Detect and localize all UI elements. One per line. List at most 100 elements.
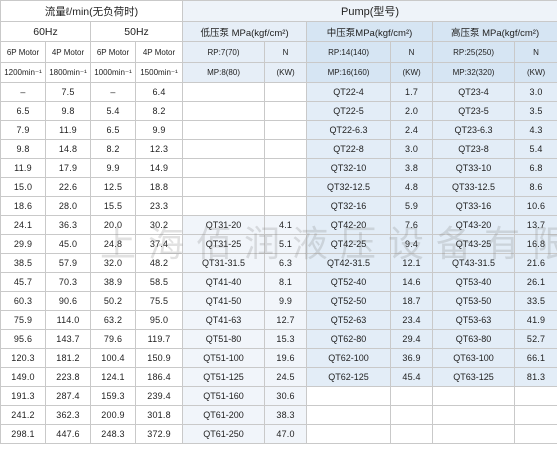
table-row: 9.8 14.8 8.2 12.3 QT22-8 3.0 QT23-8 5.4 — [0, 139, 557, 159]
flow-4p-50hz-cell: 18.8 — [134, 177, 184, 197]
high-pressure-pump-header: 高压泵 MPa(kgf/cm²) — [432, 21, 557, 42]
mid-kw-unit: (KW) — [390, 62, 434, 83]
high-pump-kw-cell — [514, 405, 557, 425]
mid-pump-model-cell — [306, 405, 392, 425]
flow-title: 流量ℓ/min(无负荷时) — [0, 0, 184, 22]
flow-4p-50hz-cell: 239.4 — [134, 386, 184, 406]
mid-pump-model-cell: QT42-31.5 — [306, 253, 392, 273]
high-pump-kw-cell: 81.3 — [514, 367, 557, 387]
high-max-pressure: MP:32(320) — [432, 62, 516, 83]
motor-4p-50: 4P Motor — [134, 41, 184, 63]
table-row: 95.6 143.7 79.6 119.7 QT51-80 15.3 QT62-80 29.4… — [0, 329, 557, 349]
flow-4p-50hz-cell: 75.5 — [134, 291, 184, 311]
flow-4p-50hz-cell: 37.4 — [134, 234, 184, 254]
flow-4p-60hz-cell: 14.8 — [45, 139, 91, 159]
flow-6p-60hz-cell: 38.5 — [0, 253, 46, 273]
high-power-n: N — [514, 41, 557, 63]
rpm-1800: 1800min⁻¹ — [45, 62, 91, 83]
table-row: 241.2 362.3 200.9 301.8 QT61-200 38.3 — [0, 405, 557, 425]
table-row: 6.5 9.8 5.4 8.2 QT22-5 2.0 QT23-5 3.5 — [0, 101, 557, 121]
high-pump-model-cell: QT43-31.5 — [432, 253, 516, 273]
low-pump-model-cell: QT51-125 — [182, 367, 266, 387]
high-rated-pressure: RP:25(250) — [432, 41, 516, 63]
table-row: 120.3 181.2 100.4 150.9 QT51-100 19.6 QT62-100… — [0, 348, 557, 368]
mid-pump-kw-cell: 2.4 — [390, 120, 434, 140]
mid-pump-kw-cell: 23.4 — [390, 310, 434, 330]
mid-pump-kw-cell: 36.9 — [390, 348, 434, 368]
high-pump-kw-cell: 3.0 — [514, 82, 557, 102]
flow-4p-60hz-cell: 28.0 — [45, 196, 91, 216]
flow-6p-60hz-cell: 191.3 — [0, 386, 46, 406]
mid-pump-kw-cell: 14.6 — [390, 272, 434, 292]
low-pump-kw-cell: 6.3 — [264, 253, 308, 273]
mid-pump-kw-cell: 12.1 — [390, 253, 434, 273]
mid-pump-model-cell: QT52-40 — [306, 272, 392, 292]
header-row-4: 1200min⁻¹ 1800min⁻¹ 1000min⁻¹ 1500min⁻¹ … — [0, 62, 557, 83]
high-pump-model-cell: QT53-63 — [432, 310, 516, 330]
mid-pump-kw-cell: 18.7 — [390, 291, 434, 311]
high-pump-model-cell — [432, 405, 516, 425]
table-body: –7.5–6.4 QT22-4 1.7 QT23-4 3.0 6.5 9.8 5.4 8.2 QT… — [0, 82, 557, 444]
low-pump-kw-cell — [264, 120, 308, 140]
low-pump-model-cell: QT31-25 — [182, 234, 266, 254]
low-pump-model-cell: QT61-250 — [182, 424, 266, 444]
mid-pump-kw-cell: 7.6 — [390, 215, 434, 235]
motor-6p-60: 6P Motor — [0, 41, 46, 63]
mid-pump-model-cell: QT42-20 — [306, 215, 392, 235]
low-pump-model-cell — [182, 82, 266, 102]
mid-pump-model-cell: QT52-50 — [306, 291, 392, 311]
flow-4p-50hz-cell: 14.9 — [134, 158, 184, 178]
low-pump-model-cell: QT31-31.5 — [182, 253, 266, 273]
flow-6p-50hz-cell: 6.5 — [90, 120, 136, 140]
high-pump-kw-cell: 8.6 — [514, 177, 557, 197]
low-pump-model-cell: QT51-160 — [182, 386, 266, 406]
high-pump-model-cell: QT63-100 — [432, 348, 516, 368]
low-pump-kw-cell: 8.1 — [264, 272, 308, 292]
mid-pump-model-cell — [306, 424, 392, 444]
flow-6p-50hz-cell: 124.1 — [90, 367, 136, 387]
mid-pump-model-cell: QT52-63 — [306, 310, 392, 330]
low-pump-kw-cell — [264, 177, 308, 197]
flow-4p-50hz-cell: 186.4 — [134, 367, 184, 387]
flow-4p-60hz-cell: 287.4 — [45, 386, 91, 406]
mid-power-n: N — [390, 41, 434, 63]
table-row: 15.0 22.6 12.5 18.8 QT32-12.5 4.8 QT33-12.5 8.6 — [0, 177, 557, 197]
low-pump-model-cell — [182, 158, 266, 178]
low-pump-model-cell: QT41-50 — [182, 291, 266, 311]
flow-4p-60hz-cell: 223.8 — [45, 367, 91, 387]
high-pump-model-cell — [432, 386, 516, 406]
low-pump-kw-cell — [264, 139, 308, 159]
table-row: –7.5–6.4 QT22-4 1.7 QT23-4 3.0 — [0, 82, 557, 102]
mid-pump-model-cell: QT22-4 — [306, 82, 392, 102]
mid-pump-kw-cell: 3.0 — [390, 139, 434, 159]
flow-6p-60hz-cell: 75.9 — [0, 310, 46, 330]
mid-pump-kw-cell — [390, 386, 434, 406]
mid-pump-kw-cell: 29.4 — [390, 329, 434, 349]
mid-pump-model-cell: QT32-16 — [306, 196, 392, 216]
flow-4p-50hz-cell: 12.3 — [134, 139, 184, 159]
low-pump-kw-cell: 15.3 — [264, 329, 308, 349]
high-pump-model-cell: QT63-80 — [432, 329, 516, 349]
flow-4p-50hz-cell: 119.7 — [134, 329, 184, 349]
flow-6p-60hz-cell: 11.9 — [0, 158, 46, 178]
table-row: 149.0 223.8 124.1 186.4 QT51-125 24.5 QT62-125… — [0, 367, 557, 387]
motor-6p-50: 6P Motor — [90, 41, 136, 63]
high-pump-kw-cell: 16.8 — [514, 234, 557, 254]
flow-4p-50hz-cell: 30.2 — [134, 215, 184, 235]
low-pump-model-cell: QT61-200 — [182, 405, 266, 425]
table-row: 7.9 11.9 6.5 9.9 QT22-6.3 2.4 QT23-6.3 4.3 — [0, 120, 557, 140]
flow-4p-60hz-cell: 447.6 — [45, 424, 91, 444]
flow-6p-50hz-cell: 38.9 — [90, 272, 136, 292]
high-pump-model-cell: QT43-25 — [432, 234, 516, 254]
high-pump-kw-cell — [514, 424, 557, 444]
low-pump-kw-cell — [264, 82, 308, 102]
low-pump-kw-cell: 38.3 — [264, 405, 308, 425]
flow-6p-60hz-cell: 18.6 — [0, 196, 46, 216]
flow-4p-60hz-cell: 45.0 — [45, 234, 91, 254]
mid-pump-model-cell: QT62-125 — [306, 367, 392, 387]
flow-4p-60hz-cell: 7.5 — [45, 82, 91, 102]
flow-6p-60hz-cell: 298.1 — [0, 424, 46, 444]
flow-4p-60hz-cell: 9.8 — [45, 101, 91, 121]
low-pump-model-cell — [182, 177, 266, 197]
flow-6p-50hz-cell: 32.0 — [90, 253, 136, 273]
